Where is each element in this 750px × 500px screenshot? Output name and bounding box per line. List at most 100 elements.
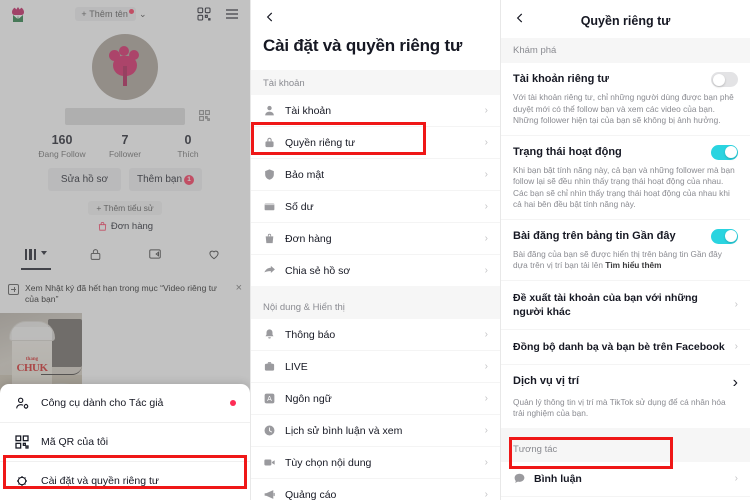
privacy-panel: Quyền riêng tư Khám phá Tài khoản riêng … xyxy=(500,0,750,500)
settings-row-label: Lịch sử bình luận và xem xyxy=(285,424,403,437)
comment-icon xyxy=(514,473,525,483)
nearby-posts-toggle[interactable] xyxy=(711,228,738,244)
section-header-discover: Khám phá xyxy=(501,38,750,63)
settings-row-security[interactable]: Bảo mật › xyxy=(251,158,500,190)
hamburger-menu-icon[interactable] xyxy=(224,6,240,22)
chevron-right-icon: › xyxy=(484,457,488,468)
section-divider xyxy=(501,427,750,437)
privacy-block-desc: Với tài khoản riêng tư, chỉ những người … xyxy=(513,92,734,125)
grid-icon xyxy=(24,248,36,260)
chevron-right-icon: › xyxy=(484,425,488,436)
lock-icon xyxy=(265,137,274,148)
svg-text:A: A xyxy=(267,396,272,403)
learn-more-link[interactable]: Tìm hiểu thêm xyxy=(605,260,661,270)
gear-icon xyxy=(17,476,27,486)
orders-link[interactable]: Đơn hàng xyxy=(0,221,250,232)
add-bio-label: + Thêm tiểu sử xyxy=(88,201,162,215)
chevron-left-icon xyxy=(266,12,273,22)
back-button[interactable] xyxy=(513,11,529,30)
edit-profile-button[interactable]: Sửa hồ sơ xyxy=(48,168,121,191)
chevron-right-icon: › xyxy=(484,201,488,212)
activity-status-toggle[interactable] xyxy=(711,144,738,160)
settings-row-privacy[interactable]: Quyền riêng tư › xyxy=(251,126,500,158)
settings-row-balance[interactable]: Số dư › xyxy=(251,190,500,222)
chevron-right-icon: › xyxy=(484,105,488,116)
section-header-account: Tài khoản xyxy=(251,70,500,95)
tab-private[interactable] xyxy=(66,242,126,266)
settings-row-label: Đơn hàng xyxy=(285,232,332,245)
bell-icon xyxy=(265,329,274,339)
back-button[interactable] xyxy=(251,0,500,29)
settings-row-notifications[interactable]: Thông báo › xyxy=(251,319,500,350)
tab-reposts[interactable] xyxy=(125,242,185,266)
creator-tools-icon xyxy=(16,397,29,409)
share-icon xyxy=(264,265,275,273)
expired-stories-notice[interactable]: Xem Nhật ký đã hết hạn trong mục “Video … xyxy=(0,275,250,313)
settings-row-label: Ngôn ngữ xyxy=(285,392,332,405)
settings-row-language[interactable]: A Ngôn ngữ › xyxy=(251,382,500,414)
chevron-right-icon: › xyxy=(484,361,488,372)
add-bio-button[interactable]: + Thêm tiểu sử xyxy=(0,198,250,216)
notice-text: Xem Nhật ký đã hết hạn trong mục “Video … xyxy=(25,283,217,304)
qr-code-icon[interactable] xyxy=(198,109,211,122)
privacy-block-private-account: Tài khoản riêng tư Với tài khoản riêng t… xyxy=(501,63,750,135)
add-friend-label: Thêm bạn xyxy=(136,174,183,185)
close-icon[interactable]: × xyxy=(236,283,242,294)
privacy-block-nearby-posts: Bài đăng trên bảng tin Gần đây Bài đăng … xyxy=(501,218,750,280)
stat-value: 160 xyxy=(51,133,73,147)
privacy-row-mentions-tags[interactable]: Lượt nhắc đến và lượt gắn thẻ › xyxy=(501,495,750,500)
wallet-icon xyxy=(264,203,275,211)
tab-grid[interactable] xyxy=(6,242,66,266)
settings-row-label: Bảo mật xyxy=(285,168,325,181)
privacy-row-location-services[interactable]: Dịch vụ vị trí › Quản lý thông tin vị tr… xyxy=(501,363,750,428)
sheet-item-creator-tools[interactable]: Công cụ dành cho Tác giả xyxy=(0,384,250,422)
privacy-row-suggest-account[interactable]: Đề xuất tài khoản của bạn với những ngườ… xyxy=(501,279,750,329)
settings-row-label: Quảng cáo xyxy=(285,488,337,500)
section-header-interaction: Tương tác xyxy=(501,436,750,462)
clock-icon xyxy=(264,425,275,436)
qr-code-icon[interactable] xyxy=(196,6,212,22)
settings-row-content-preferences[interactable]: Tùy chọn nội dung › xyxy=(251,446,500,478)
settings-row-account[interactable]: Tài khoản › xyxy=(251,95,500,126)
tab-liked[interactable] xyxy=(185,242,245,266)
avatar-flower-art xyxy=(106,45,144,86)
chevron-right-icon: › xyxy=(484,489,488,500)
language-icon: A xyxy=(264,393,275,404)
settings-row-share-profile[interactable]: Chia sẻ hồ sơ › xyxy=(251,254,500,286)
private-account-toggle[interactable] xyxy=(711,72,738,87)
sheet-item-label: Công cụ dành cho Tác giả xyxy=(41,397,164,409)
privacy-block-title: Tài khoản riêng tư xyxy=(513,73,609,85)
orders-label: Đơn hàng xyxy=(110,221,154,232)
profile-tabbar xyxy=(0,242,250,266)
settings-row-live[interactable]: LIVE › xyxy=(251,350,500,382)
section-header-content-display: Nội dung & Hiển thị xyxy=(251,294,500,319)
add-name-label: + Thêm tên xyxy=(75,7,137,21)
add-name-button[interactable]: + Thêm tên ⌄ xyxy=(32,7,190,21)
chevron-right-icon: › xyxy=(484,169,488,180)
page-title: Cài đặt và quyền riêng tư xyxy=(263,36,463,55)
sheet-item-settings-and-privacy[interactable]: Cài đặt và quyền riêng tư xyxy=(0,461,250,500)
profile-panel: + Thêm tên ⌄ 160 Đang Follow 7 Follower … xyxy=(0,0,250,500)
sheet-item-my-qr-code[interactable]: Mã QR của tôi xyxy=(0,422,250,461)
privacy-row-label: Đề xuất tài khoản của bạn với những ngườ… xyxy=(513,291,698,318)
add-friend-badge: 1 xyxy=(184,175,195,185)
settings-row-label: Quyền riêng tư xyxy=(285,136,356,149)
settings-row-comment-watch-history[interactable]: Lịch sử bình luận và xem › xyxy=(251,414,500,446)
settings-row-orders[interactable]: Đơn hàng › xyxy=(251,222,500,254)
stat-followers[interactable]: 7 Follower xyxy=(94,133,157,159)
page-title: Quyền riêng tư xyxy=(580,13,671,28)
username-placeholder-bar xyxy=(65,108,210,125)
chevron-down-icon: ⌄ xyxy=(139,8,147,19)
avatar[interactable] xyxy=(92,34,158,100)
stat-following[interactable]: 160 Đang Follow xyxy=(31,133,94,159)
privacy-row-comments[interactable]: Bình luận › xyxy=(501,462,750,496)
settings-row-label: Số dư xyxy=(285,200,314,213)
stat-likes[interactable]: 0 Thích xyxy=(157,133,220,159)
add-friend-button[interactable]: Thêm bạn 1 xyxy=(129,168,202,191)
privacy-row-sync-contacts[interactable]: Đồng bộ danh bạ và bạn bè trên Facebook … xyxy=(501,328,750,364)
stat-label: Đang Follow xyxy=(38,149,86,159)
privacy-row-label: Đồng bộ danh bạ và bạn bè trên Facebook xyxy=(513,340,725,353)
settings-row-ads[interactable]: Quảng cáo › xyxy=(251,478,500,500)
chevron-right-icon: › xyxy=(732,373,738,391)
megaphone-icon xyxy=(264,490,275,499)
